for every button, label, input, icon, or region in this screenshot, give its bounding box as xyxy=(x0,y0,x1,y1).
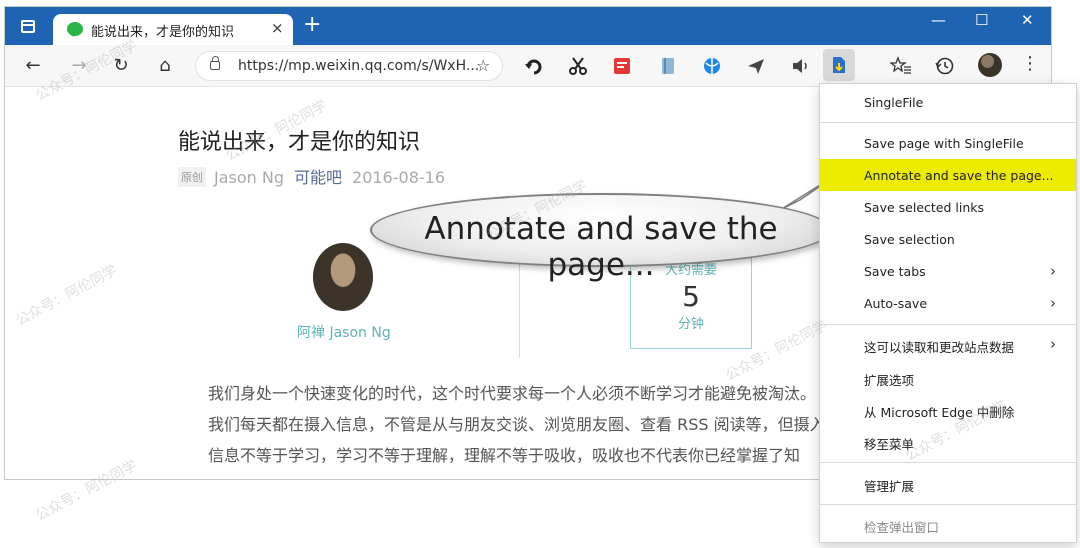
book-extension-icon[interactable] xyxy=(657,55,679,77)
menu-item-annotate-save[interactable]: Annotate and save the page... xyxy=(820,159,1076,191)
author-photo xyxy=(313,243,373,311)
add-favorite-icon[interactable]: ☆ xyxy=(476,56,490,75)
send-extension-icon[interactable] xyxy=(745,55,767,77)
menu-separator xyxy=(820,324,1076,325)
menu-item-save-selection[interactable]: Save selection xyxy=(820,223,1076,255)
chevron-right-icon: › xyxy=(1050,294,1056,312)
new-tab-button[interactable]: + xyxy=(303,14,321,36)
menu-item-auto-save[interactable]: Auto-save › xyxy=(820,287,1076,319)
author-name: 阿禅 Jason Ng xyxy=(297,325,391,341)
menu-item-label: 检查弹出窗口 xyxy=(864,520,940,535)
original-badge: 原创 xyxy=(178,167,206,187)
back-arrow-icon[interactable]: ← xyxy=(21,54,45,78)
chevron-right-icon: › xyxy=(1050,262,1056,280)
menu-separator xyxy=(820,504,1076,505)
tab-close-button[interactable]: × xyxy=(271,19,284,37)
browser-toolbar: ← → ↻ ⌂ https://mp.weixin.qq.com/s/WxH..… xyxy=(5,45,1051,87)
scissors-extension-icon[interactable] xyxy=(567,55,589,77)
menu-item-label: Save page with SingleFile xyxy=(864,136,1024,151)
menu-item-label: Annotate and save the page... xyxy=(864,168,1054,183)
favorites-icon[interactable] xyxy=(890,55,912,77)
reading-time-unit: 分钟 xyxy=(677,317,704,332)
menu-item-label: 扩展选项 xyxy=(864,373,915,388)
address-bar[interactable]: https://mp.weixin.qq.com/s/WxH... ☆ xyxy=(195,51,503,81)
history-icon[interactable] xyxy=(934,55,956,77)
menu-item-label: 移至菜单 xyxy=(864,437,915,452)
singlefile-icon xyxy=(833,57,845,73)
menu-item-label: Save tabs xyxy=(864,264,926,279)
article-body: 我们身处一个快速变化的时代，这个时代要求每一个人必须不断学习才能避免被淘汰。我们… xyxy=(208,384,826,479)
menu-item-remove-extension[interactable]: 从 Microsoft Edge 中删除 xyxy=(820,393,1076,425)
globe-extension-icon[interactable] xyxy=(701,55,723,77)
speaker-extension-icon[interactable] xyxy=(789,55,811,77)
menu-item-save-tabs[interactable]: Save tabs › xyxy=(820,255,1076,287)
notes-extension-icon[interactable] xyxy=(611,55,633,77)
menu-item-label: Auto-save xyxy=(864,296,928,311)
menu-item-label: 从 Microsoft Edge 中删除 xyxy=(864,405,1015,420)
menu-item-label: 这可以读取和更改站点数据 xyxy=(864,340,1015,355)
more-dots-icon[interactable]: ⋮ xyxy=(1021,53,1039,74)
chevron-right-icon: › xyxy=(1050,335,1056,353)
window-menu-icon[interactable] xyxy=(21,20,35,33)
extension-context-menu: SingleFile Save page with SingleFile Ann… xyxy=(819,83,1077,543)
callout-text: Annotate and save the page... xyxy=(424,211,778,283)
browser-tab[interactable]: 能说出来，才是你的知识 × xyxy=(53,14,293,45)
menu-item-save-page[interactable]: Save page with SingleFile xyxy=(820,127,1076,159)
menu-item-manage-extensions[interactable]: 管理扩展 xyxy=(820,467,1076,499)
lock-icon[interactable] xyxy=(210,56,220,70)
title-bar: 能说出来，才是你的知识 × + — ☐ ✕ xyxy=(5,7,1051,45)
screenshot-stage: 能说出来，才是你的知识 × + — ☐ ✕ ← → ↻ ⌂ https://mp… xyxy=(0,0,1080,548)
home-icon[interactable]: ⌂ xyxy=(153,54,177,78)
refresh-icon[interactable]: ↻ xyxy=(109,54,133,78)
menu-item-label: Save selection xyxy=(864,232,955,247)
minimize-button[interactable]: — xyxy=(931,11,946,29)
menu-item-singlefile[interactable]: SingleFile xyxy=(820,86,1076,118)
menu-separator xyxy=(820,462,1076,463)
menu-separator xyxy=(820,122,1076,123)
url-text: https://mp.weixin.qq.com/s/WxH... xyxy=(238,58,480,74)
menu-item-site-access[interactable]: 这可以读取和更改站点数据 › xyxy=(820,328,1076,360)
account-link[interactable]: 可能吧 xyxy=(294,168,342,187)
wechat-icon xyxy=(67,22,83,36)
article-meta: 原创 Jason Ng 可能吧 2016-08-16 xyxy=(178,164,445,188)
zoom-callout: Annotate and save the page... xyxy=(370,193,832,283)
tab-title: 能说出来，才是你的知识 xyxy=(91,25,235,40)
menu-item-inspect-popup[interactable]: 检查弹出窗口 xyxy=(820,508,1076,540)
singlefile-extension-button[interactable] xyxy=(823,49,855,81)
menu-item-label: SingleFile xyxy=(864,95,924,110)
reading-time-value: 5 xyxy=(682,280,700,313)
publish-date: 2016-08-16 xyxy=(352,168,445,187)
author-byline: Jason Ng xyxy=(214,168,284,187)
menu-item-label: 管理扩展 xyxy=(864,479,915,494)
menu-item-save-selected-links[interactable]: Save selected links xyxy=(820,191,1076,223)
close-window-button[interactable]: ✕ xyxy=(1021,11,1034,29)
maximize-button[interactable]: ☐ xyxy=(975,11,988,29)
menu-item-move-to-menu[interactable]: 移至菜单 xyxy=(820,425,1076,457)
profile-avatar[interactable] xyxy=(978,53,1002,77)
article-title: 能说出来，才是你的知识 xyxy=(178,130,421,155)
forward-arrow-icon[interactable]: → xyxy=(67,54,91,78)
menu-item-extension-options[interactable]: 扩展选项 xyxy=(820,361,1076,393)
menu-item-label: Save selected links xyxy=(864,200,985,215)
undo-extension-icon[interactable] xyxy=(523,55,545,77)
